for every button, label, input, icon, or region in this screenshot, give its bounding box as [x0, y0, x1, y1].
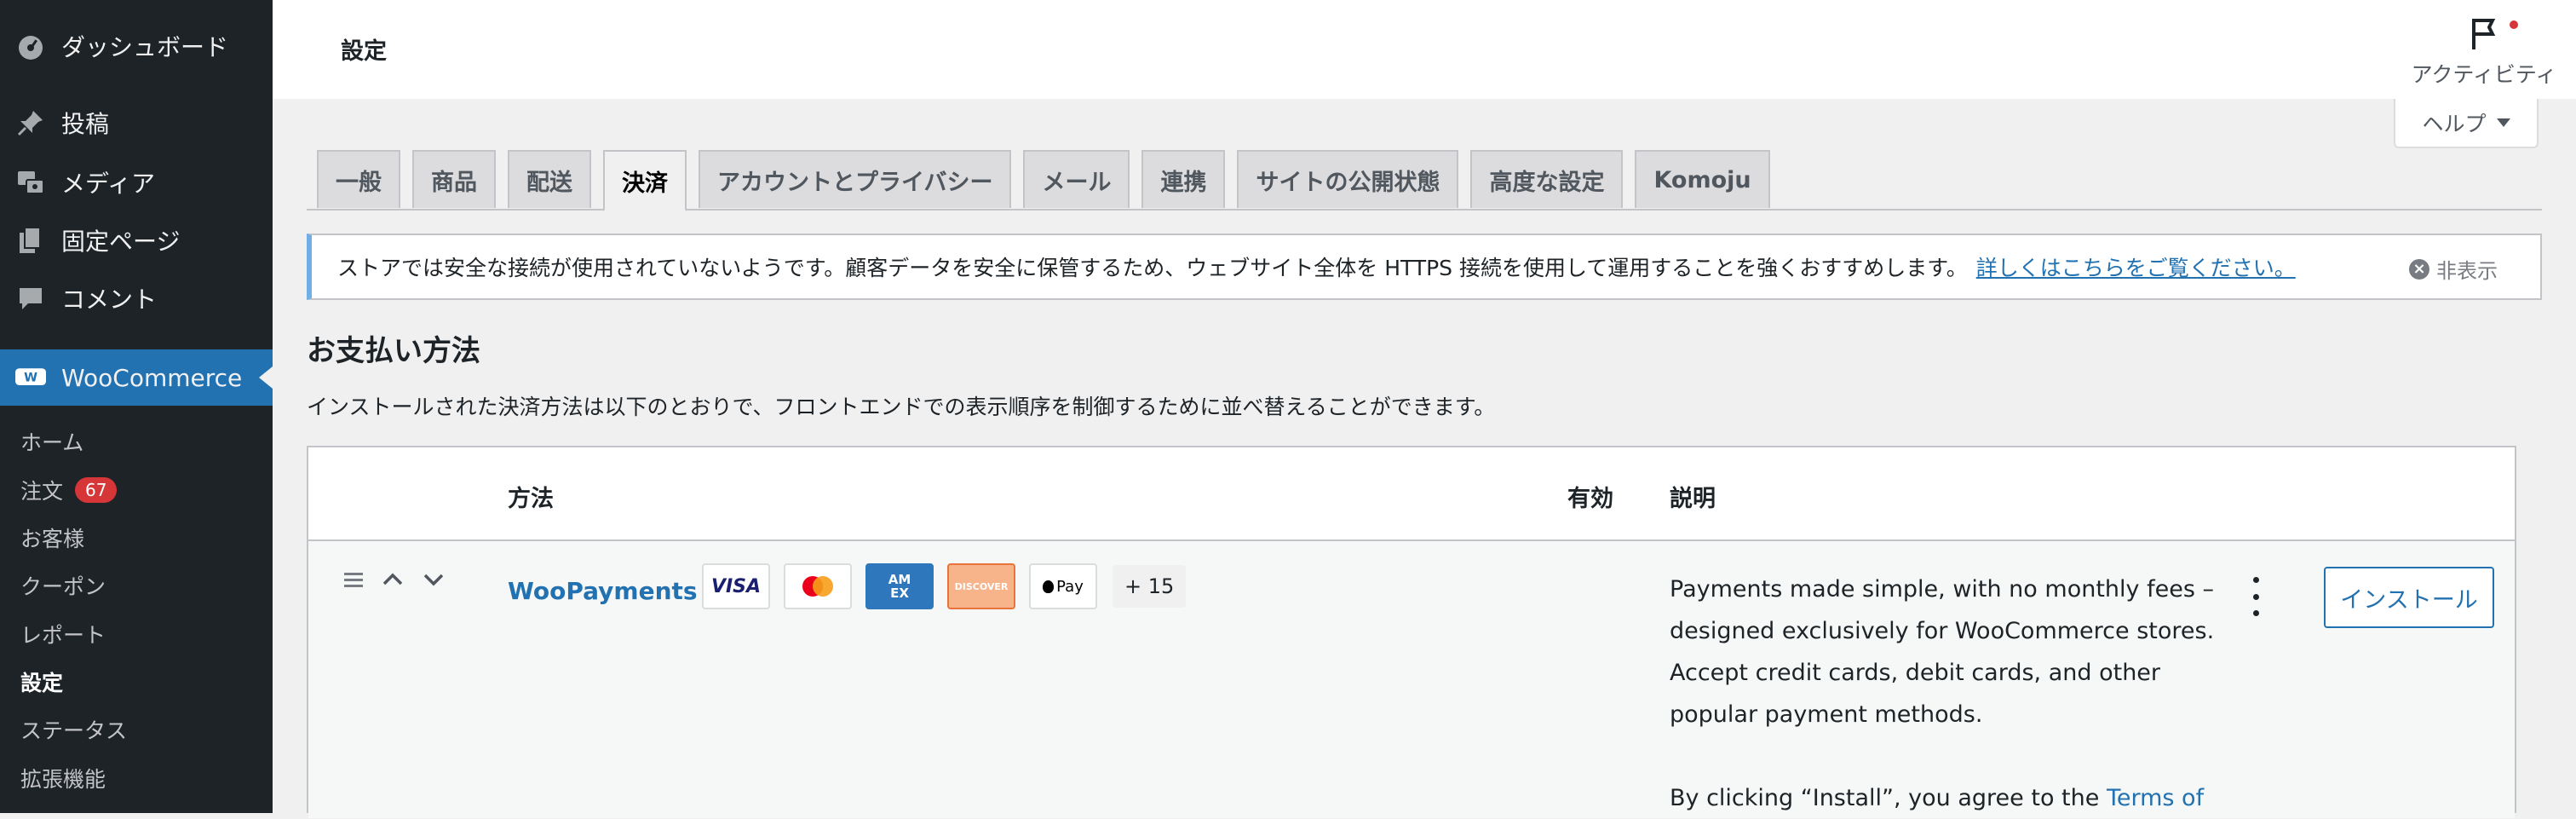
tab-komoju[interactable]: Komoju: [1635, 150, 1770, 208]
tab-general[interactable]: 一般: [317, 150, 400, 208]
page-header: 設定 アクティビティ: [273, 0, 2576, 99]
submenu-item-customers[interactable]: お客様: [20, 521, 84, 555]
description-text: Payments made simple, with no monthly fe…: [1670, 576, 2215, 728]
sidebar-item-label: コメント: [61, 285, 158, 314]
tab-emails[interactable]: メール: [1023, 150, 1130, 208]
sidebar-item-label: 投稿: [61, 110, 110, 138]
section-description: インストールされた決済方法は以下のとおりで、フロントエンドでの表示順序を制御する…: [307, 395, 1496, 419]
flag-icon: [2467, 15, 2518, 53]
submenu-item-label: 注文: [20, 479, 64, 504]
help-button[interactable]: ヘルプ: [2394, 99, 2539, 148]
install-button[interactable]: インストール: [2324, 567, 2494, 628]
amex-text: AM EX: [888, 572, 911, 601]
notice-learn-more-link[interactable]: 詳しくはこちらをご覧ください。: [1976, 251, 2296, 282]
activity-button[interactable]: アクティビティ: [2407, 10, 2561, 89]
terms-prefix: By clicking “Install”, you agree to the: [1670, 785, 2100, 811]
submenu-item-extensions[interactable]: 拡張機能: [20, 761, 106, 795]
comment-icon: [15, 283, 46, 314]
https-notice: ストアでは安全な接続が使用されていないようです。顧客データを安全に保管するため、…: [307, 234, 2542, 300]
sidebar-item-media[interactable]: メディア: [0, 157, 273, 208]
tab-accounts-privacy[interactable]: アカウントとプライバシー: [699, 150, 1012, 208]
column-header-enabled: 有効: [1567, 486, 1613, 512]
current-menu-arrow: [259, 366, 273, 389]
dismiss-icon: ×: [2409, 258, 2429, 280]
settings-tabs: 一般 商品 配送 決済 アカウントとプライバシー メール 連携 サイトの公開状態…: [317, 150, 1782, 211]
sidebar-item-label: WooCommerce: [61, 363, 243, 392]
pages-icon: [15, 225, 46, 256]
page-title: 設定: [341, 38, 387, 65]
column-header-description: 説明: [1670, 486, 1716, 512]
discover-text: DISCOVER: [954, 580, 1009, 592]
dismiss-label: 非表示: [2436, 259, 2498, 283]
tab-advanced[interactable]: 高度な設定: [1470, 150, 1624, 208]
more-methods-badge: + 15: [1113, 565, 1187, 608]
tab-payments[interactable]: 決済: [603, 150, 687, 211]
submenu-item-home[interactable]: ホーム: [20, 424, 83, 459]
tab-shipping[interactable]: 配送: [508, 150, 591, 208]
dashboard-icon: [15, 31, 46, 61]
sidebar-item-label: メディア: [61, 170, 156, 198]
apple-logo-icon: [1043, 580, 1055, 593]
table-header: 方法 有効 説明: [308, 447, 2515, 541]
submenu-item-reports[interactable]: レポート: [20, 617, 106, 651]
column-header-method: 方法: [508, 486, 554, 512]
pin-icon: [15, 107, 46, 138]
sidebar-item-pages[interactable]: 固定ページ: [0, 215, 273, 266]
sidebar-item-dashboard[interactable]: ダッシュボード: [0, 20, 273, 72]
media-icon: [15, 167, 46, 198]
terms-link[interactable]: Terms of: [2107, 785, 2204, 811]
chevron-up-icon[interactable]: [380, 567, 405, 592]
notice-message: ストアでは安全な接続が使用されていないようです。顧客データを安全に保管するため、…: [337, 256, 1968, 280]
sidebar-item-woocommerce[interactable]: W WooCommerce: [0, 349, 273, 406]
orders-count-badge: 67: [75, 477, 118, 503]
notification-dot: [2510, 20, 2518, 29]
submenu-item-coupons[interactable]: クーポン: [20, 568, 106, 603]
table-row: WooPayments VISA AM EX DISCOVER Pay + 15…: [308, 541, 2515, 818]
tab-site-visibility[interactable]: サイトの公開状態: [1237, 150, 1459, 208]
drag-handle-icon[interactable]: [341, 567, 366, 592]
visa-icon: VISA: [702, 563, 770, 609]
submenu-item-status[interactable]: ステータス: [20, 712, 127, 747]
more-options-icon[interactable]: [2247, 577, 2264, 616]
section-title: お支払い方法: [307, 334, 480, 368]
apple-pay-icon: Pay: [1029, 563, 1097, 609]
mastercard-icon: [784, 563, 852, 609]
visa-text: VISA: [710, 575, 762, 597]
sidebar-item-label: 固定ページ: [61, 228, 181, 256]
amex-icon: AM EX: [865, 563, 934, 609]
sidebar-item-posts[interactable]: 投稿: [0, 97, 273, 148]
discover-icon: DISCOVER: [947, 563, 1015, 609]
woocommerce-icon: W: [15, 362, 46, 393]
caret-down-icon: [2496, 118, 2510, 127]
activity-label: アクティビティ: [2411, 62, 2557, 87]
submenu-item-settings[interactable]: 設定: [20, 665, 63, 699]
notice-dismiss-button[interactable]: × 非表示: [2409, 254, 2498, 284]
svg-text:W: W: [24, 372, 37, 385]
submenu-item-orders[interactable]: 注文 67: [20, 473, 118, 507]
payment-method-description: Payments made simple, with no monthly fe…: [1670, 568, 2223, 819]
apple-pay-text: Pay: [1056, 577, 1084, 596]
help-label: ヘルプ: [2422, 112, 2487, 136]
payment-methods-table: 方法 有効 説明 WooPayments VISA AM EX DISCOVER…: [307, 446, 2516, 818]
payment-method-name[interactable]: WooPayments: [508, 577, 698, 605]
sidebar-item-comments[interactable]: コメント: [0, 273, 273, 324]
tab-products[interactable]: 商品: [412, 150, 496, 208]
sidebar-item-label: ダッシュボード: [61, 33, 229, 61]
admin-sidebar: ダッシュボード 投稿 メディア 固定ページ コメント W WooCommerce…: [0, 0, 273, 813]
chevron-down-icon[interactable]: [421, 567, 446, 592]
tab-integration[interactable]: 連携: [1141, 150, 1226, 208]
